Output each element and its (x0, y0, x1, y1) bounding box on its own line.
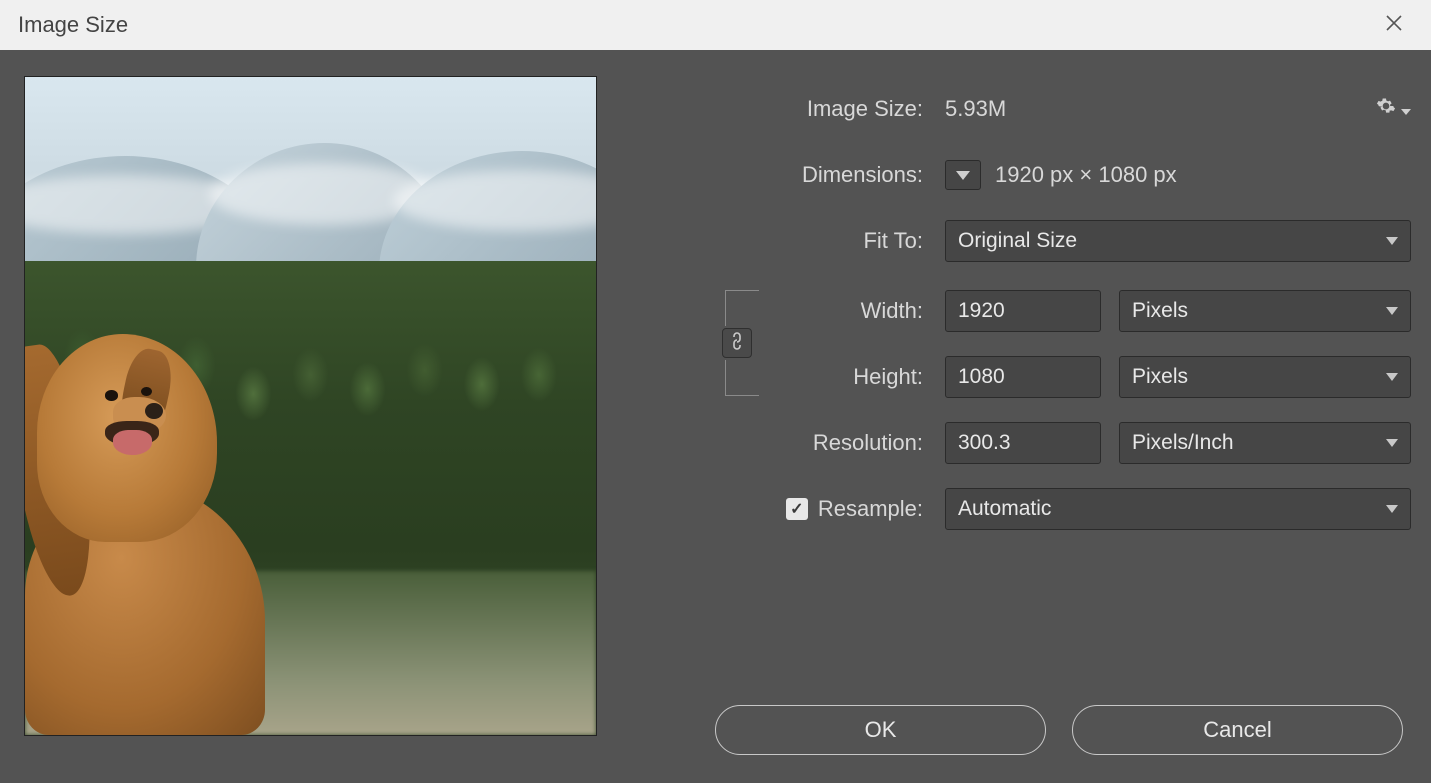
dialog-title: Image Size (18, 12, 128, 38)
image-size-value: 5.93M (945, 96, 1006, 122)
width-input[interactable] (958, 299, 1088, 323)
width-unit-select[interactable]: Pixels (1119, 290, 1411, 332)
gear-icon (1376, 96, 1396, 122)
resolution-unit-select[interactable]: Pixels/Inch (1119, 422, 1411, 464)
link-icon (730, 331, 744, 356)
dimensions-unit-toggle[interactable] (945, 160, 981, 190)
width-input-wrapper (945, 290, 1101, 332)
dimensions-value: 1920 px × 1080 px (995, 162, 1177, 188)
fit-to-value: Original Size (958, 229, 1077, 253)
titlebar: Image Size (0, 0, 1431, 50)
resolution-label: Resolution: (685, 430, 945, 456)
resolution-unit-value: Pixels/Inch (1132, 431, 1234, 455)
width-unit-value: Pixels (1132, 299, 1188, 323)
fit-to-select[interactable]: Original Size (945, 220, 1411, 262)
resample-label: Resample: (818, 496, 923, 522)
chevron-down-icon (1386, 373, 1398, 381)
width-label: Width: (685, 298, 945, 324)
constrain-proportions-button[interactable] (722, 328, 752, 358)
cancel-button[interactable]: Cancel (1072, 705, 1403, 755)
height-label: Height: (685, 364, 945, 390)
chevron-down-icon (1401, 109, 1411, 115)
height-unit-value: Pixels (1132, 365, 1188, 389)
chevron-down-icon (1386, 307, 1398, 315)
resolution-input[interactable] (958, 431, 1088, 455)
resample-checkbox[interactable]: ✓ (786, 498, 808, 520)
settings-menu-button[interactable] (1376, 96, 1411, 122)
resolution-input-wrapper (945, 422, 1101, 464)
close-button[interactable] (1375, 6, 1413, 44)
dimensions-label: Dimensions: (685, 162, 945, 188)
settings-panel: Image Size: 5.93M Dimensions: 1920 px × … (637, 76, 1411, 763)
fit-to-label: Fit To: (685, 228, 945, 254)
ok-button-label: OK (865, 717, 897, 743)
height-input-wrapper (945, 356, 1101, 398)
resample-value: Automatic (958, 497, 1051, 521)
image-preview (24, 76, 597, 736)
chevron-down-icon (1386, 439, 1398, 447)
chevron-down-icon (956, 171, 970, 180)
check-icon: ✓ (790, 499, 803, 519)
image-size-label: Image Size: (685, 96, 945, 122)
cancel-button-label: Cancel (1203, 717, 1271, 743)
close-icon (1385, 14, 1403, 32)
height-unit-select[interactable]: Pixels (1119, 356, 1411, 398)
resample-select[interactable]: Automatic (945, 488, 1411, 530)
ok-button[interactable]: OK (715, 705, 1046, 755)
chevron-down-icon (1386, 505, 1398, 513)
height-input[interactable] (958, 365, 1088, 389)
chevron-down-icon (1386, 237, 1398, 245)
